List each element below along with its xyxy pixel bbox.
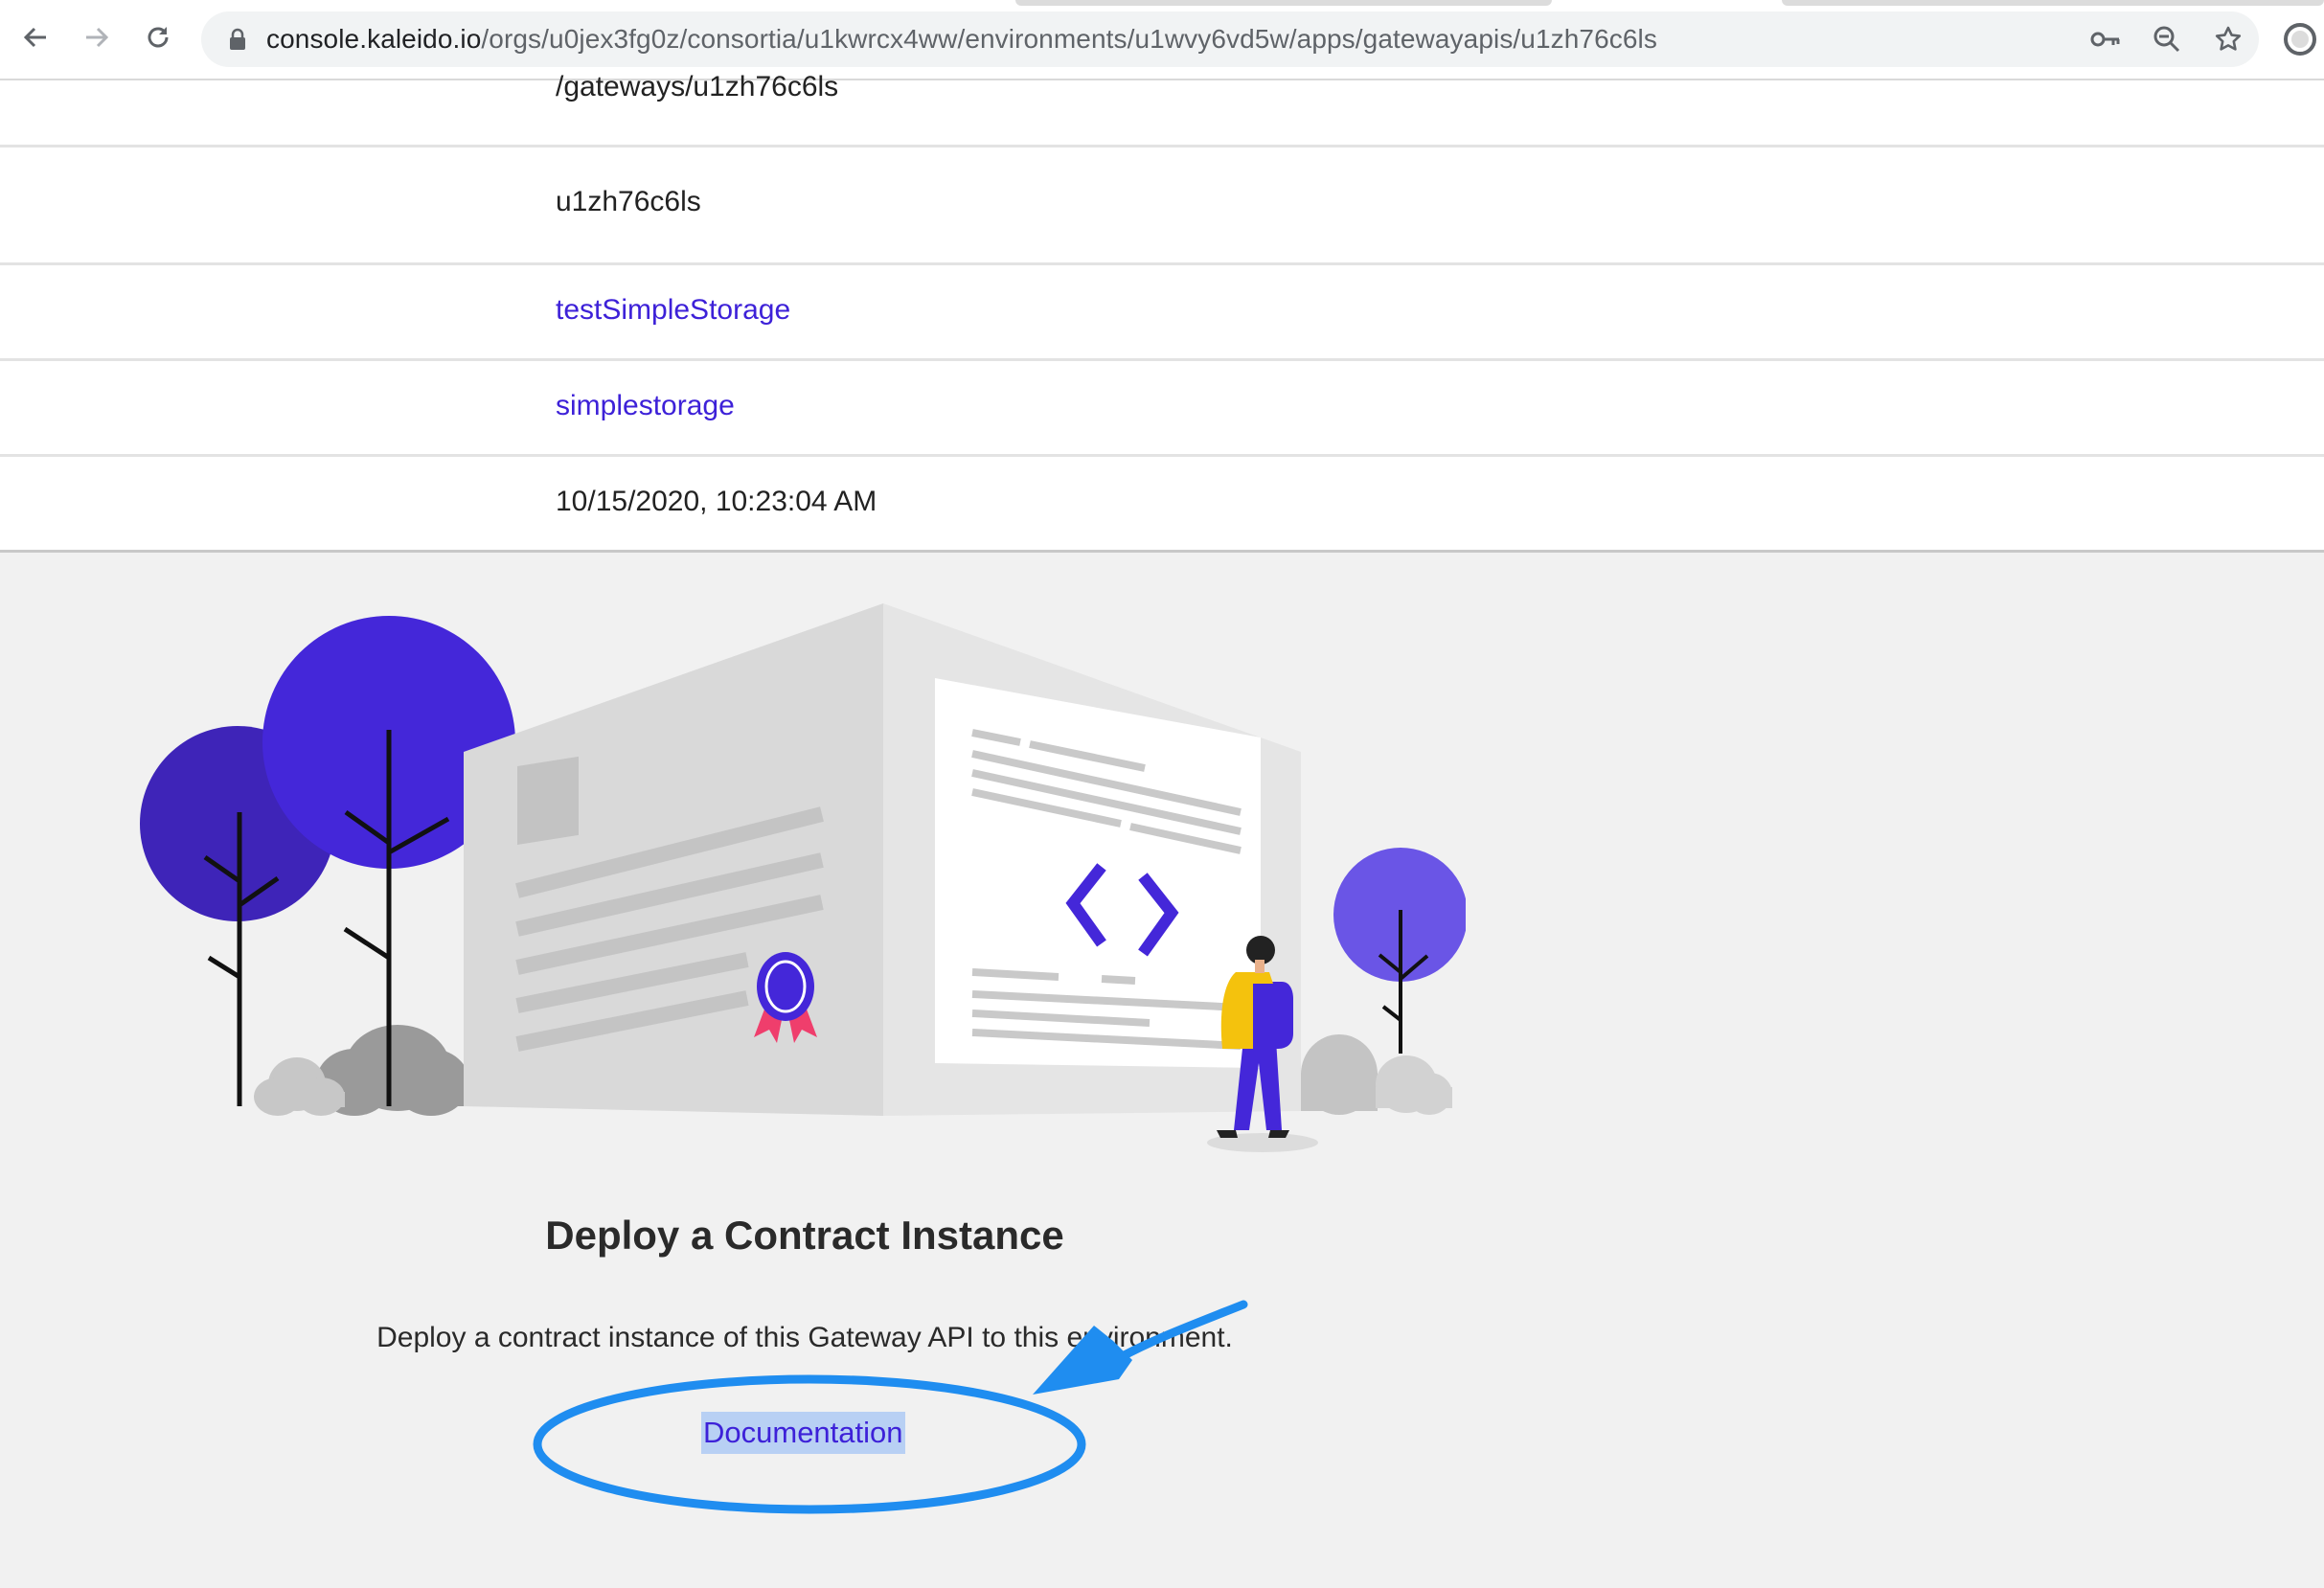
detail-row-created: 10/15/2020, 10:23:04 AM [0,457,2324,550]
tab-strip-edge [1782,0,2324,6]
lock-icon[interactable] [218,20,257,58]
tab-strip-edge [1015,0,1552,6]
building-window [517,756,579,846]
detail-row-path: /gateways/u1zh76c6ls [0,71,2324,147]
url-path: /orgs/u0jex3fg0z/consortia/u1kwrcx4ww/en… [481,24,1657,54]
key-icon[interactable] [2086,20,2125,58]
detail-row-gateway-api: testSimpleStorage [0,265,2324,361]
gateway-details-panel: /gateways/u1zh76c6ls u1zh76c6ls testSimp… [0,71,2324,553]
back-arrow-icon[interactable] [11,13,59,61]
browser-toolbar: console.kaleido.io/orgs/u0jex3fg0z/conso… [0,0,2324,80]
star-icon[interactable] [2209,20,2247,58]
detail-row-contract: simplestorage [0,361,2324,457]
deploy-contract-illustration [140,603,1466,1152]
gateway-id-value: u1zh76c6ls [556,186,701,217]
zoom-icon[interactable] [2148,20,2186,58]
address-bar[interactable]: console.kaleido.io/orgs/u0jex3fg0z/conso… [201,11,2259,67]
url-host: console.kaleido.io [266,24,482,54]
empty-state-description: Deploy a contract instance of this Gatew… [376,1322,1233,1353]
reload-icon[interactable] [134,13,182,61]
detail-row-id: u1zh76c6ls [0,147,2324,265]
empty-state-title: Deploy a Contract Instance [545,1213,1064,1258]
url-text[interactable]: console.kaleido.io/orgs/u0jex3fg0z/conso… [266,11,1657,67]
forward-arrow-icon[interactable] [73,13,121,61]
path-suffix-value: /gateways/u1zh76c6ls [556,71,839,102]
documentation-link[interactable]: Documentation [701,1412,905,1454]
contract-link[interactable]: simplestorage [556,390,735,422]
gateway-api-link[interactable]: testSimpleStorage [556,294,790,327]
profile-icon[interactable] [2282,21,2318,57]
created-date-value: 10/15/2020, 10:23:04 AM [556,486,877,517]
bush-right [1301,1034,1452,1115]
